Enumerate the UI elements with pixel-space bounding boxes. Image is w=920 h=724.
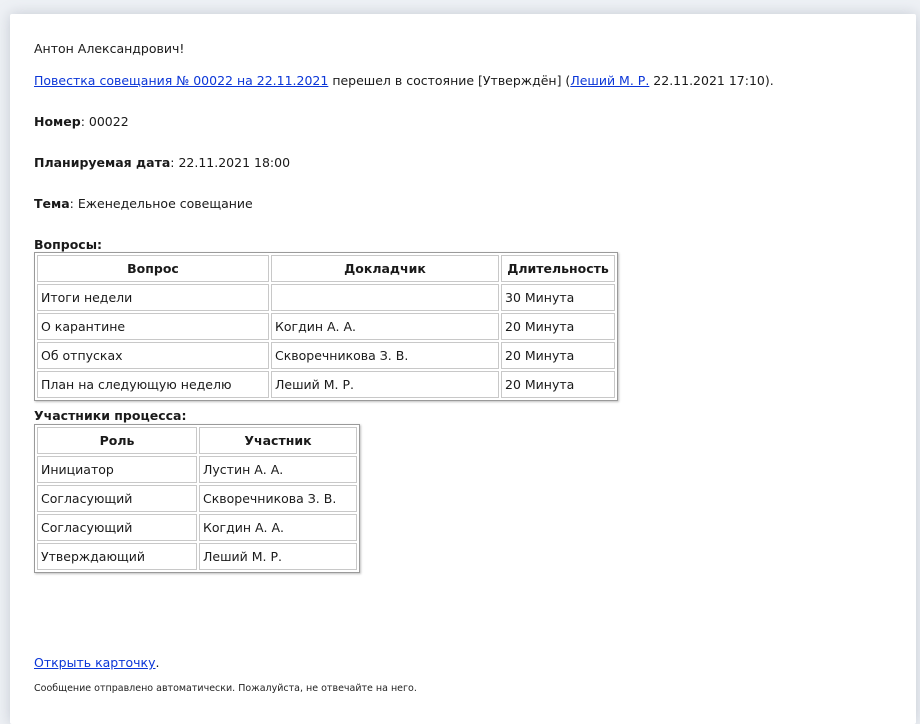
column-header-question: Вопрос xyxy=(37,255,269,282)
table-row: Итоги недели 30 Минута xyxy=(37,284,615,311)
table-row: Об отпусках Скворечникова З. В. 20 Минут… xyxy=(37,342,615,369)
participants-table: Роль Участник Инициатор Лустин А. А. Сог… xyxy=(34,424,360,573)
agenda-link[interactable]: Повестка совещания № 00022 на 22.11.2021 xyxy=(34,73,328,88)
speaker-cell: Леший М. Р. xyxy=(271,371,499,398)
topic-label: Тема xyxy=(34,196,70,211)
open-card-link[interactable]: Открыть карточку xyxy=(34,655,156,670)
participant-cell: Лустин А. А. xyxy=(199,456,357,483)
email-message-card: Антон Александрович! Повестка совещания … xyxy=(10,14,916,724)
status-text-part2: 22.11.2021 17:10). xyxy=(649,73,774,88)
questions-table: Вопрос Докладчик Длительность Итоги неде… xyxy=(34,252,618,401)
number-value: : 00022 xyxy=(80,114,129,129)
column-header-participant: Участник xyxy=(199,427,357,454)
role-cell: Инициатор xyxy=(37,456,197,483)
number-label: Номер xyxy=(34,114,81,129)
open-card-suffix: . xyxy=(155,655,160,670)
question-cell: Об отпусках xyxy=(37,342,269,369)
speaker-cell: Когдин А. А. xyxy=(271,313,499,340)
table-row: Согласующий Когдин А. А. xyxy=(37,514,357,541)
open-card-line: Открыть карточку. xyxy=(34,654,160,671)
table-header-row: Роль Участник xyxy=(37,427,357,454)
table-row: Инициатор Лустин А. А. xyxy=(37,456,357,483)
question-cell: План на следующую неделю xyxy=(37,371,269,398)
role-cell: Согласующий xyxy=(37,485,197,512)
table-row: План на следующую неделю Леший М. Р. 20 … xyxy=(37,371,615,398)
participants-heading: Участники процесса: xyxy=(34,407,186,424)
role-cell: Согласующий xyxy=(37,514,197,541)
approver-link[interactable]: Леший М. Р. xyxy=(570,73,649,88)
participant-cell: Когдин А. А. xyxy=(199,514,357,541)
table-row: О карантине Когдин А. А. 20 Минута xyxy=(37,313,615,340)
planned-date-value: : 22.11.2021 18:00 xyxy=(170,155,291,170)
table-row: Утверждающий Леший М. Р. xyxy=(37,543,357,570)
topic-field: Тема: Еженедельное совещание xyxy=(34,195,253,212)
duration-cell: 20 Минута xyxy=(501,313,615,340)
topic-value: : Еженедельное совещание xyxy=(69,196,253,211)
duration-cell: 20 Минута xyxy=(501,342,615,369)
duration-cell: 30 Минута xyxy=(501,284,615,311)
planned-date-field: Планируемая дата: 22.11.2021 18:00 xyxy=(34,154,290,171)
participant-cell: Скворечникова З. В. xyxy=(199,485,357,512)
status-text-part1: перешел в состояние [Утверждён] ( xyxy=(328,73,571,88)
questions-heading: Вопросы: xyxy=(34,236,102,253)
status-line: Повестка совещания № 00022 на 22.11.2021… xyxy=(34,72,774,89)
auto-message-note: Сообщение отправлено автоматически. Пожа… xyxy=(34,683,417,694)
column-header-duration: Длительность xyxy=(501,255,615,282)
question-cell: Итоги недели xyxy=(37,284,269,311)
greeting: Антон Александрович! xyxy=(34,41,185,56)
questions-heading-text: Вопросы: xyxy=(34,237,102,252)
planned-date-label: Планируемая дата xyxy=(34,155,171,170)
speaker-cell: Скворечникова З. В. xyxy=(271,342,499,369)
duration-cell: 20 Минута xyxy=(501,371,615,398)
table-header-row: Вопрос Докладчик Длительность xyxy=(37,255,615,282)
speaker-cell xyxy=(271,284,499,311)
table-row: Согласующий Скворечникова З. В. xyxy=(37,485,357,512)
participants-heading-text: Участники процесса: xyxy=(34,408,187,423)
number-field: Номер: 00022 xyxy=(34,113,129,130)
question-cell: О карантине xyxy=(37,313,269,340)
column-header-speaker: Докладчик xyxy=(271,255,499,282)
role-cell: Утверждающий xyxy=(37,543,197,570)
participant-cell: Леший М. Р. xyxy=(199,543,357,570)
column-header-role: Роль xyxy=(37,427,197,454)
